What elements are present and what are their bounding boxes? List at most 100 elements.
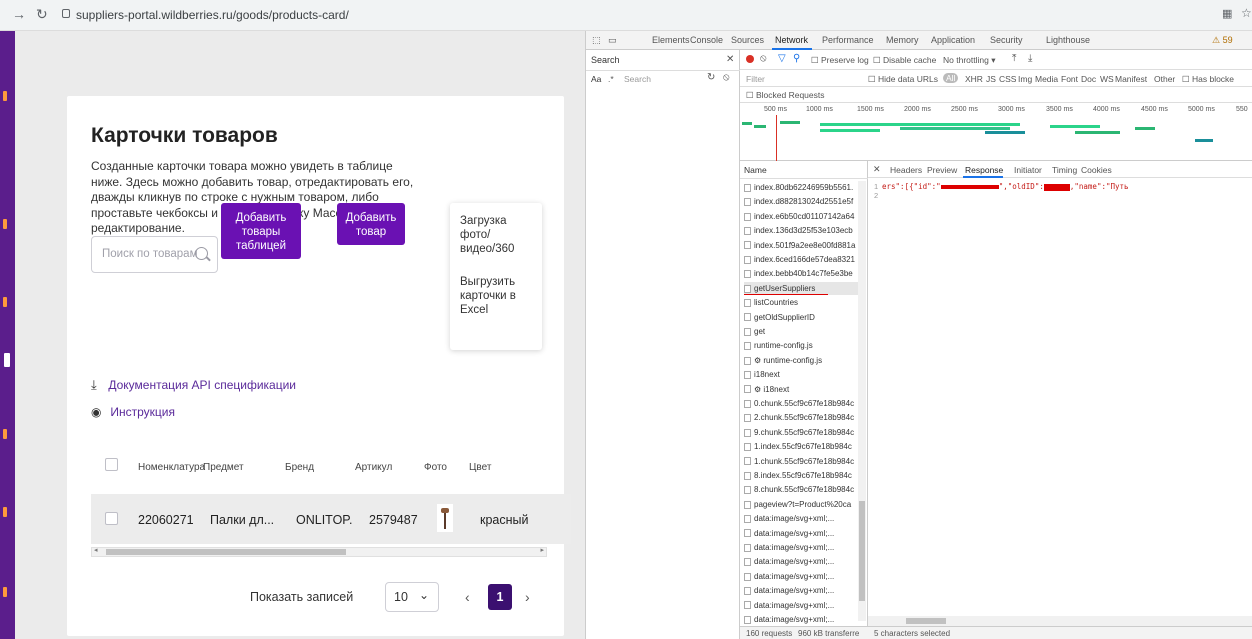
request-row[interactable]: data:image/svg+xml;... [744, 541, 862, 554]
col-subject[interactable]: Предмет [203, 462, 244, 473]
request-row[interactable]: ⚙ runtime-config.js [744, 354, 862, 367]
tab-lighthouse[interactable]: Lighthouse [1046, 35, 1090, 45]
tab-memory[interactable]: Memory [886, 35, 919, 45]
request-row[interactable]: data:image/svg+xml;... [744, 599, 862, 612]
tab-sources[interactable]: Sources [731, 35, 764, 45]
blocked-requests-checkbox[interactable]: ☐ Blocked Requests [746, 90, 825, 101]
current-page-button[interactable]: 1 [488, 584, 512, 610]
select-all-checkbox[interactable] [105, 458, 118, 471]
request-row[interactable]: 8.index.55cf9c67fe18b984c [744, 469, 862, 482]
col-nomenclature[interactable]: Номенклатура [138, 462, 205, 473]
request-row[interactable]: data:image/svg+xml;... [744, 570, 862, 583]
request-row[interactable]: data:image/svg+xml;... [744, 613, 862, 626]
col-color[interactable]: Цвет [469, 462, 491, 473]
throttling-select[interactable]: No throttling ▾ [943, 55, 995, 66]
request-row[interactable]: pageview?t=Product%20ca [744, 498, 862, 511]
filter-xhr[interactable]: XHR [965, 74, 983, 84]
request-row[interactable]: index.e6b50cd01107142a64 [744, 210, 862, 223]
refresh-icon[interactable]: ↻ [707, 72, 715, 83]
search-field[interactable]: Search [624, 74, 651, 84]
inspect-icon[interactable]: ⬚ [592, 35, 601, 46]
request-list-scrollbar[interactable] [858, 181, 866, 621]
next-page-icon[interactable]: › [525, 589, 530, 605]
upload-media-item[interactable]: Загрузка фото/ видео/360 [460, 214, 536, 256]
name-column-header[interactable]: Name [744, 165, 767, 175]
request-row[interactable]: index.6ced166de57dea8321 [744, 253, 862, 266]
col-article[interactable]: Артикул [355, 462, 392, 473]
instruction-link[interactable]: ◉ Инструкция [91, 405, 175, 419]
request-row[interactable]: data:image/svg+xml;... [744, 527, 862, 540]
device-toolbar-icon[interactable]: ▭ [608, 35, 617, 46]
request-row[interactable]: get [744, 325, 862, 338]
tab-application[interactable]: Application [931, 35, 975, 45]
tab-security[interactable]: Security [990, 35, 1023, 45]
disable-cache-checkbox[interactable]: ☐ Disable cache [873, 55, 936, 66]
request-row[interactable]: ⚙ i18next [744, 383, 862, 396]
request-row[interactable]: data:image/svg+xml;... [744, 512, 862, 525]
col-photo[interactable]: Фото [424, 462, 447, 473]
clear-log-icon[interactable]: ⦸ [760, 53, 767, 64]
row-checkbox[interactable] [105, 512, 118, 525]
request-row[interactable]: getUserSuppliers [744, 281, 862, 296]
add-products-table-button[interactable]: Добавить товары таблицей [221, 203, 301, 259]
search-network-icon[interactable]: ⚲ [793, 53, 800, 64]
request-row[interactable]: index.d882813024d2551e5f [744, 195, 862, 208]
col-brand[interactable]: Бренд [285, 462, 314, 473]
reload-icon[interactable]: ↻ [36, 6, 48, 23]
forward-icon[interactable]: → [12, 6, 26, 22]
filter-css[interactable]: CSS [999, 74, 1016, 84]
import-har-icon[interactable]: ⤒ [1012, 53, 1016, 64]
filter-input[interactable]: Filter [746, 74, 765, 84]
tab-timing[interactable]: Timing [1052, 165, 1077, 175]
request-row[interactable]: data:image/svg+xml;... [744, 555, 862, 568]
request-row[interactable]: 1.index.55cf9c67fe18b984c [744, 440, 862, 453]
request-row[interactable]: runtime-config.js [744, 339, 862, 352]
address-bar[interactable]: suppliers-portal.wildberries.ru/goods/pr… [76, 8, 349, 22]
table-horizontal-scrollbar[interactable]: ◂ ▸ [91, 547, 547, 557]
filter-font[interactable]: Font [1061, 74, 1078, 84]
tab-network[interactable]: Network [775, 35, 808, 45]
request-row[interactable]: data:image/svg+xml;... [744, 584, 862, 597]
tab-console[interactable]: Console [690, 35, 723, 45]
record-icon[interactable] [746, 55, 754, 63]
request-row[interactable]: 9.chunk.55cf9c67fe18b984c [744, 426, 862, 439]
response-scrollbar[interactable] [868, 616, 1252, 626]
star-icon[interactable]: ☆ [1241, 6, 1252, 20]
add-product-button[interactable]: Добавить товар [337, 203, 405, 245]
match-case-toggle[interactable]: Aa [591, 74, 601, 84]
tab-headers[interactable]: Headers [890, 165, 922, 175]
request-row[interactable]: 2.chunk.55cf9c67fe18b984c [744, 411, 862, 424]
filter-js[interactable]: JS [986, 74, 996, 84]
clear-icon[interactable]: ⦸ [723, 72, 730, 83]
request-row[interactable]: 1.chunk.55cf9c67fe18b984c [744, 455, 862, 468]
page-size-select[interactable]: 10 ⌄ [385, 582, 439, 612]
tab-elements[interactable]: Elements [652, 35, 690, 45]
filter-img[interactable]: Img [1018, 74, 1032, 84]
scroll-left-icon[interactable]: ◂ [94, 546, 98, 554]
prev-page-icon[interactable]: ‹ [465, 589, 470, 605]
request-row[interactable]: index.bebb40b14c7fe5e3be [744, 267, 862, 280]
has-blocked-checkbox[interactable]: ☐ Has blocke [1182, 74, 1234, 85]
tab-initiator[interactable]: Initiator [1014, 165, 1042, 175]
tab-cookies[interactable]: Cookies [1081, 165, 1112, 175]
tab-response[interactable]: Response [965, 165, 1003, 175]
filter-icon[interactable]: ▽ [778, 53, 786, 64]
api-doc-link[interactable]: ⤓ Документация API спецификации [91, 377, 296, 393]
tab-performance[interactable]: Performance [822, 35, 874, 45]
regex-toggle[interactable]: .* [608, 74, 614, 84]
filter-ws[interactable]: WS [1100, 74, 1114, 84]
preserve-log-checkbox[interactable]: ☐ Preserve log [811, 55, 869, 66]
request-row[interactable]: i18next [744, 368, 862, 381]
request-row[interactable]: getOldSupplierID [744, 311, 862, 324]
filter-manifest[interactable]: Manifest [1115, 74, 1147, 84]
request-row[interactable]: index.80db62246959b5561. [744, 181, 862, 194]
filter-media[interactable]: Media [1035, 74, 1058, 84]
request-row[interactable]: 0.chunk.55cf9c67fe18b984c [744, 397, 862, 410]
warnings-badge[interactable]: ⚠ 59 [1212, 35, 1233, 46]
translate-icon[interactable]: ▦ [1222, 7, 1232, 20]
request-row[interactable]: 8.chunk.55cf9c67fe18b984c [744, 483, 862, 496]
scroll-right-icon[interactable]: ▸ [540, 546, 544, 554]
filter-other[interactable]: Other [1154, 74, 1175, 84]
close-search-icon[interactable]: ✕ [726, 54, 734, 65]
request-row[interactable]: index.136d3d25f53e103ecb [744, 224, 862, 237]
